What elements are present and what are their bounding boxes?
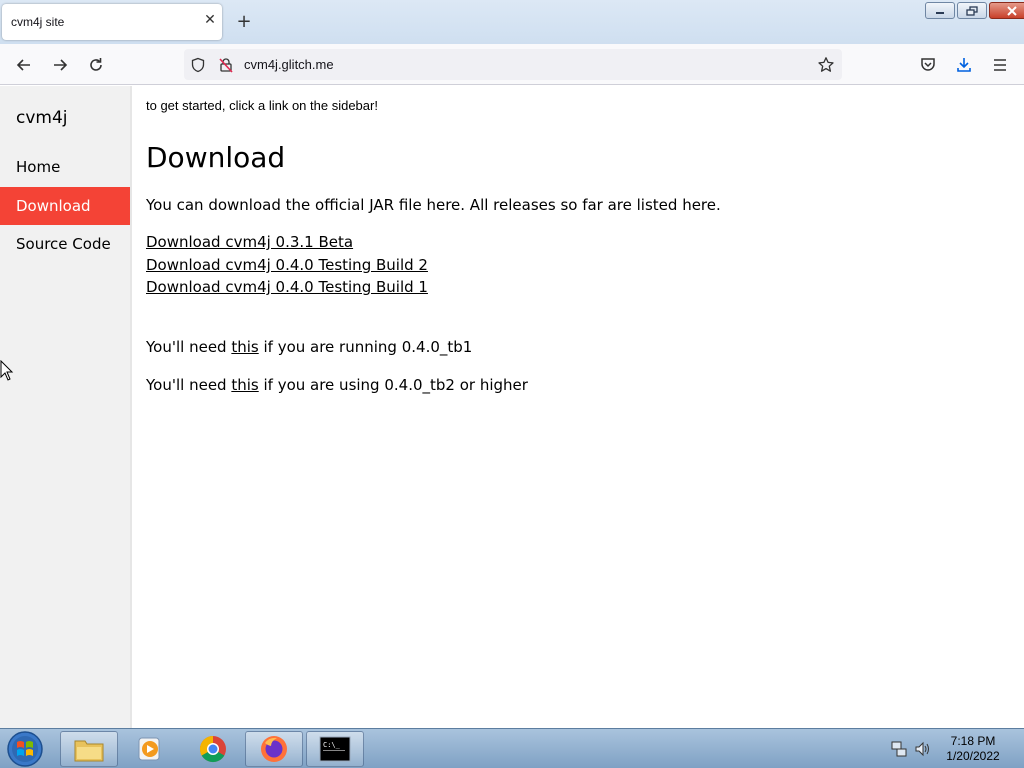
minimize-icon xyxy=(936,11,944,14)
navigation-toolbar: cvm4j.glitch.me xyxy=(0,44,1024,85)
note-text: You'll need xyxy=(146,376,232,394)
reload-button[interactable] xyxy=(83,52,109,78)
mouse-cursor-icon xyxy=(0,360,14,381)
window-controls xyxy=(925,2,1024,20)
tab-close-icon[interactable]: ✕ xyxy=(200,10,220,30)
taskbar: C:\_ 7:18 PM 1/20/2022 xyxy=(0,728,1024,768)
cmd-icon: C:\_ xyxy=(319,736,351,762)
this-link-tb1[interactable]: this xyxy=(231,338,258,356)
minimize-button[interactable] xyxy=(925,2,955,19)
restore-icon xyxy=(966,5,978,16)
menu-button[interactable] xyxy=(987,52,1013,78)
taskbar-chrome[interactable] xyxy=(184,731,242,767)
site-sidebar: cvm4j Home Download Source Code xyxy=(0,86,132,728)
taskbar-firefox[interactable] xyxy=(245,731,303,767)
clock-date: 1/20/2022 xyxy=(946,749,1000,763)
taskbar-command-prompt[interactable]: C:\_ xyxy=(306,731,364,767)
sidebar-item-download[interactable]: Download xyxy=(0,187,130,225)
restore-button[interactable] xyxy=(957,2,987,19)
taskbar-file-explorer[interactable] xyxy=(60,731,118,767)
chrome-icon xyxy=(199,735,226,763)
tab-title: cvm4j site xyxy=(11,15,65,29)
page-title: Download xyxy=(146,141,286,174)
reload-icon xyxy=(90,58,102,71)
intro-text: to get started, click a link on the side… xyxy=(146,98,378,113)
taskbar-clock[interactable]: 7:18 PM 1/20/2022 xyxy=(936,734,1010,764)
pocket-button[interactable] xyxy=(915,52,941,78)
taskbar-media-player[interactable] xyxy=(121,731,179,767)
download-description: You can download the official JAR file h… xyxy=(146,196,721,214)
bookmark-star-icon[interactable] xyxy=(816,55,836,75)
folder-icon xyxy=(74,740,104,762)
title-bar: cvm4j site ✕ + xyxy=(0,0,1024,44)
pocket-icon xyxy=(921,58,935,71)
forward-arrow-icon xyxy=(54,59,68,71)
download-icon xyxy=(957,58,971,72)
network-icon[interactable] xyxy=(891,740,907,758)
clock-time: 7:18 PM xyxy=(950,734,996,748)
windows-start-icon xyxy=(7,731,43,767)
close-icon xyxy=(1007,5,1017,16)
new-tab-button[interactable]: + xyxy=(233,11,255,33)
download-link-0-4-0-tb2[interactable]: Download cvm4j 0.4.0 Testing Build 2 xyxy=(146,256,428,274)
download-link-0-4-0-tb1[interactable]: Download cvm4j 0.4.0 Testing Build 1 xyxy=(146,278,428,296)
volume-icon[interactable] xyxy=(914,740,932,758)
url-text: cvm4j.glitch.me xyxy=(244,57,334,72)
sidebar-item-home[interactable]: Home xyxy=(0,148,130,186)
note-text: You'll need xyxy=(146,338,232,356)
note-text: if you are using 0.4.0_tb2 or higher xyxy=(258,376,528,394)
shield-icon[interactable] xyxy=(188,55,208,75)
note-text: if you are running 0.4.0_tb1 xyxy=(258,338,473,356)
note-tb1: You'll need this if you are running 0.4.… xyxy=(146,338,472,356)
site-name: cvm4j xyxy=(16,108,68,128)
hamburger-menu-icon xyxy=(994,59,1006,71)
downloads-button[interactable] xyxy=(951,52,977,78)
media-player-icon xyxy=(138,737,160,761)
back-button[interactable] xyxy=(11,52,37,78)
close-window-button[interactable] xyxy=(989,2,1024,19)
forward-button[interactable] xyxy=(47,52,73,78)
lock-insecure-icon[interactable] xyxy=(216,55,236,75)
address-bar[interactable]: cvm4j.glitch.me xyxy=(184,49,842,80)
start-button[interactable] xyxy=(5,730,45,768)
firefox-icon xyxy=(261,736,287,762)
svg-text:C:\_: C:\_ xyxy=(323,741,341,749)
back-arrow-icon xyxy=(16,59,30,71)
sidebar-item-source-code[interactable]: Source Code xyxy=(0,225,130,263)
browser-tab[interactable]: cvm4j site ✕ xyxy=(2,4,222,40)
this-link-tb2[interactable]: this xyxy=(231,376,258,394)
note-tb2: You'll need this if you are using 0.4.0_… xyxy=(146,376,528,394)
download-link-0-3-1-beta[interactable]: Download cvm4j 0.3.1 Beta xyxy=(146,233,353,251)
